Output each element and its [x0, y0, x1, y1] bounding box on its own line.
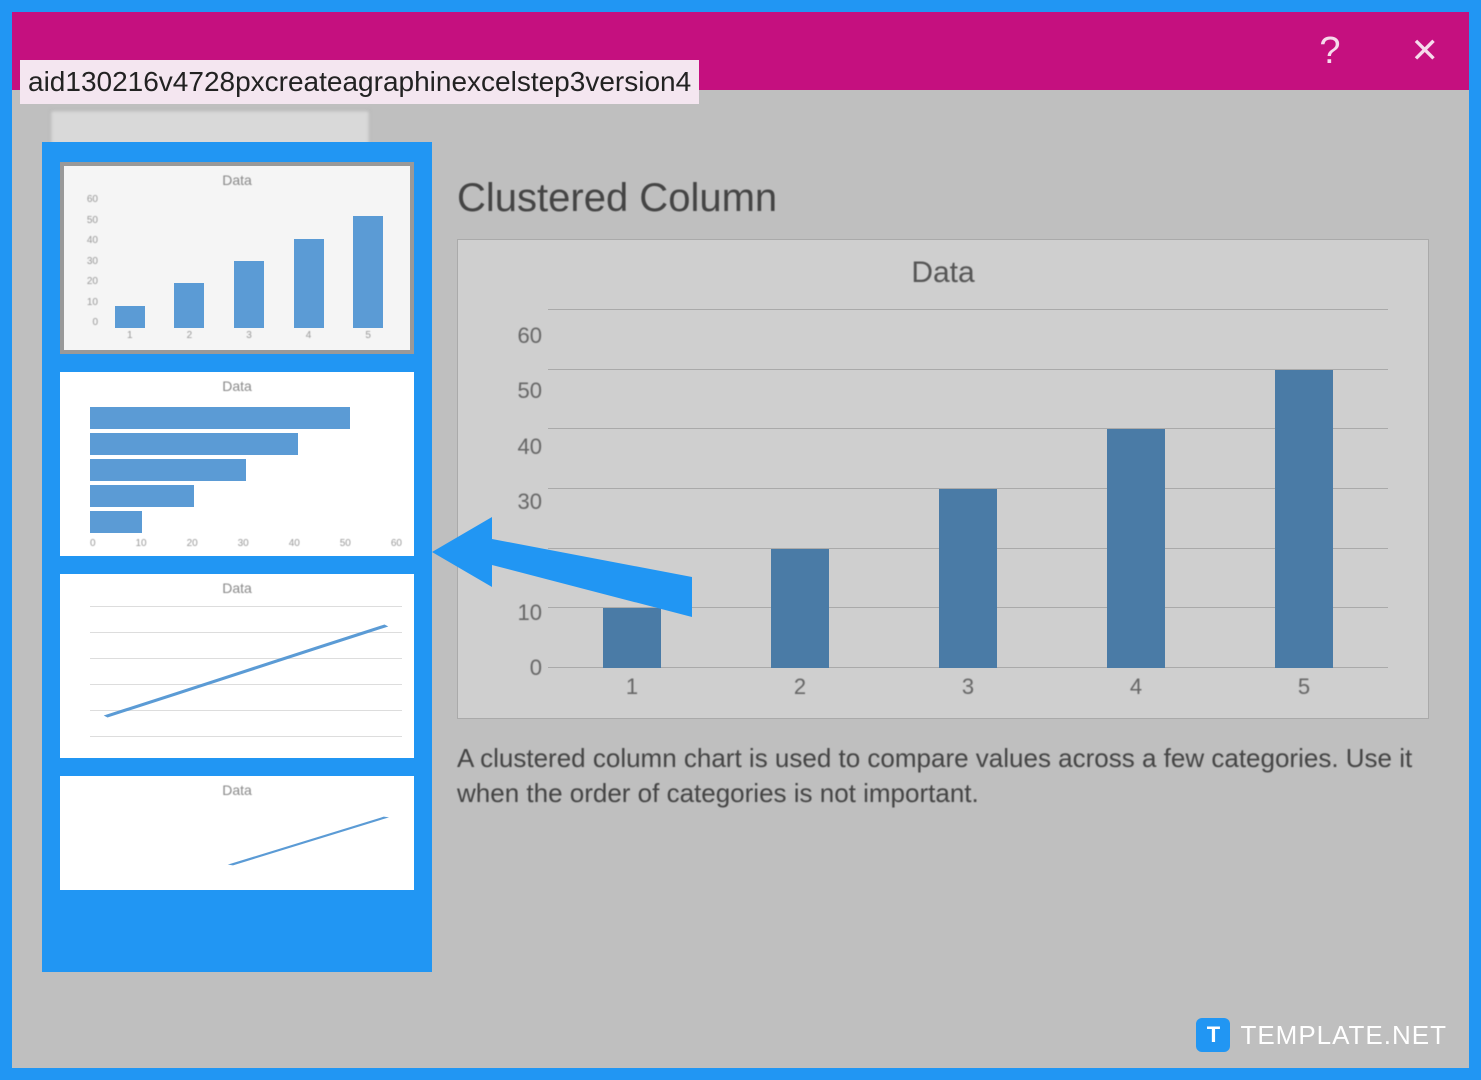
- column-bar: [603, 608, 661, 668]
- column-bar: [1107, 429, 1165, 668]
- recommended-charts-sidebar: Data 0 10 20 30 40 50 60 12345: [42, 142, 432, 972]
- chart-preview-pane: Clustered Column Data 0 10 20 30 40 50 60 1 2 3 4…: [457, 176, 1429, 811]
- xtick: 30: [238, 538, 249, 552]
- column-bar: [771, 549, 829, 668]
- thumb-title: Data: [64, 166, 410, 190]
- column-bar: [1275, 370, 1333, 668]
- line-plot-icon: [90, 808, 402, 868]
- ytick: 10: [498, 600, 542, 626]
- xtick: 10: [136, 538, 147, 552]
- plot-area: [548, 310, 1388, 668]
- thumb-chart-area: [60, 598, 414, 758]
- xtick: 5: [1298, 674, 1310, 704]
- xtick: 3: [962, 674, 974, 704]
- xtick: 4: [1130, 674, 1142, 704]
- chart-type-heading: Clustered Column: [457, 176, 1429, 221]
- highlight-frame: ? ✕ aid130216v4728pxcreateagraphinexcels…: [0, 0, 1481, 1080]
- chart-thumb-line-alt[interactable]: Data: [60, 776, 414, 890]
- xtick: 1: [626, 674, 638, 704]
- xtick: 50: [340, 538, 351, 552]
- xtick: 60: [391, 538, 402, 552]
- insert-chart-dialog: ? ✕ aid130216v4728pxcreateagraphinexcels…: [12, 12, 1469, 1068]
- watermark-badge-icon: T: [1196, 1018, 1230, 1052]
- chart-title: Data: [488, 256, 1398, 290]
- chart-thumb-line[interactable]: Data: [60, 574, 414, 758]
- xtick: 2: [794, 674, 806, 704]
- chart-preview: Data 0 10 20 30 40 50 60 1 2 3 4 5: [457, 239, 1429, 719]
- xtick: 40: [289, 538, 300, 552]
- thumb-chart-area: [60, 800, 414, 890]
- image-caption-overlay: aid130216v4728pxcreateagraphinexcelstep3…: [20, 60, 699, 104]
- thumb-title: Data: [60, 372, 414, 396]
- thumb-chart-area: 0 10 20 30 40 50 60 12345: [64, 190, 410, 350]
- ytick: 50: [498, 378, 542, 404]
- ytick: 20: [74, 276, 98, 287]
- ytick: 30: [498, 489, 542, 515]
- line-plot-icon: [90, 606, 402, 736]
- ytick: 30: [74, 256, 98, 267]
- ytick: 0: [74, 317, 98, 328]
- y-axis: 0102030405060: [498, 310, 542, 668]
- chart-thumb-clustered-column[interactable]: Data 0 10 20 30 40 50 60 12345: [60, 162, 414, 354]
- ytick: 60: [498, 323, 542, 349]
- column-bar: [939, 489, 997, 668]
- x-axis: 1 2 3 4 5: [548, 674, 1388, 704]
- watermark-text: TEMPLATE.NET: [1240, 1020, 1447, 1051]
- ytick: 40: [74, 235, 98, 246]
- watermark: T TEMPLATE.NET: [1196, 1018, 1447, 1052]
- close-icon[interactable]: ✕: [1411, 31, 1440, 71]
- chart-description: A clustered column chart is used to comp…: [457, 741, 1429, 811]
- ytick: 0: [498, 655, 542, 681]
- help-icon[interactable]: ?: [1319, 30, 1340, 73]
- thumb-chart-area: 0 10 20 30 40 50 60: [60, 396, 414, 556]
- ytick: 50: [74, 215, 98, 226]
- chart-thumb-clustered-bar[interactable]: Data 0 10 20 30 40 50 60: [60, 372, 414, 556]
- thumb-title: Data: [60, 776, 414, 800]
- thumb-title: Data: [60, 574, 414, 598]
- xtick: 0: [90, 538, 96, 552]
- ytick: 60: [74, 194, 98, 205]
- ytick: 40: [498, 434, 542, 460]
- ytick: 10: [74, 297, 98, 308]
- ytick: 20: [498, 544, 542, 570]
- xtick: 20: [187, 538, 198, 552]
